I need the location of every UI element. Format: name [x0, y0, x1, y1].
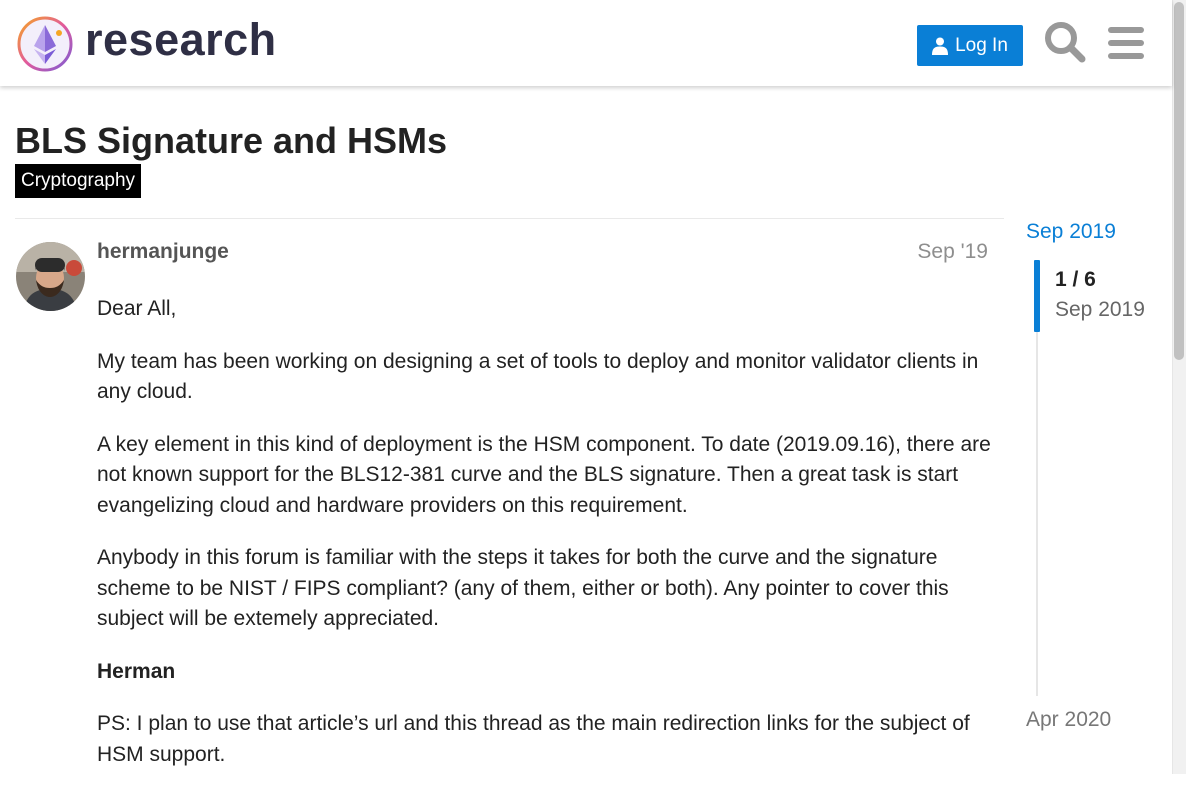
post-username[interactable]: hermanjunge — [97, 240, 229, 264]
post-paragraph: A key element in this kind of deployment… — [97, 432, 991, 517]
login-button[interactable]: Log In — [917, 25, 1023, 66]
search-icon[interactable] — [1044, 21, 1086, 63]
timeline-start-date[interactable]: Sep 2019 — [1026, 220, 1116, 244]
page-scrollbar-thumb[interactable] — [1174, 2, 1184, 360]
post-paragraph: Anybody in this forum is familiar with t… — [97, 546, 949, 630]
post-paragraph: My team has been working on designing a … — [97, 349, 979, 404]
post-signature: Herman — [97, 657, 997, 688]
login-button-label: Log In — [955, 34, 1008, 56]
site-brand-text[interactable]: research — [85, 14, 277, 66]
post-paragraph: PS: I plan to use that article’s url and… — [97, 712, 970, 766]
timeline-progress: 1 / 6 — [1055, 268, 1096, 291]
user-icon — [932, 37, 949, 55]
timeline-current-date: Sep 2019 — [1055, 298, 1145, 321]
post-body: Dear All, My team has been working on de… — [97, 294, 997, 792]
post-signature-name: Herman — [97, 659, 176, 683]
timeline-end-date[interactable]: Apr 2020 — [1026, 708, 1111, 732]
category-badge[interactable]: Cryptography — [15, 164, 142, 198]
post-paragraph: Dear All, — [97, 297, 177, 320]
ethresear-ch-logo-icon[interactable] — [16, 15, 74, 73]
topic-title[interactable]: BLS Signature and HSMs — [15, 120, 447, 162]
topic-divider — [15, 218, 1004, 219]
site-header: research Log In — [0, 0, 1172, 86]
timeline-scroller-handle[interactable] — [1034, 260, 1040, 332]
hamburger-menu-icon[interactable] — [1108, 26, 1144, 60]
avatar[interactable] — [16, 242, 85, 311]
post-date[interactable]: Sep '19 — [917, 240, 988, 264]
